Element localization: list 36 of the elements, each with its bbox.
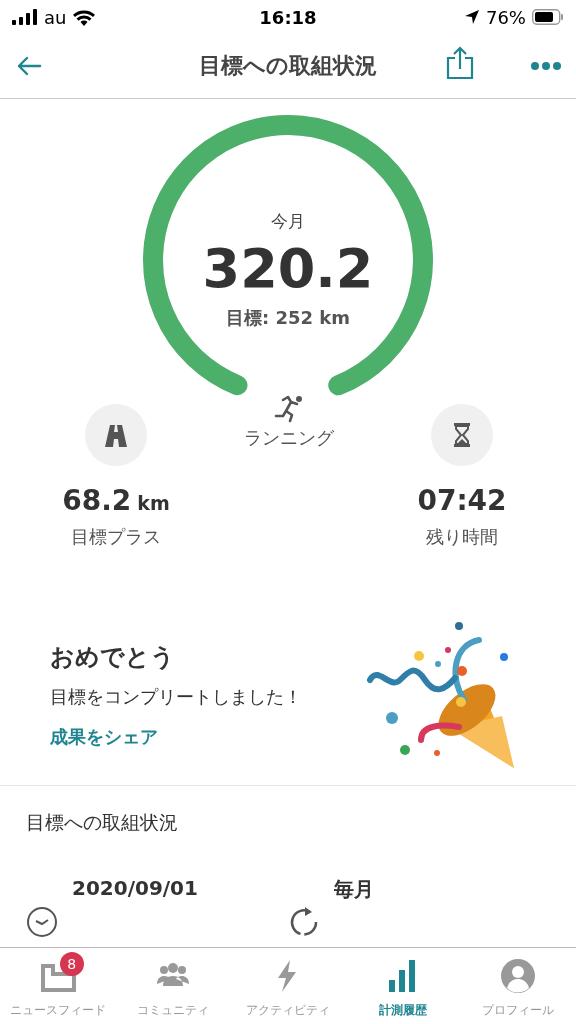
- clock-time: 16:18: [259, 6, 317, 28]
- stat-label: 残り時間: [426, 525, 498, 549]
- clock-icon: [26, 906, 58, 938]
- period-label: 今月: [271, 210, 305, 233]
- stat-value: 07:42: [417, 484, 507, 517]
- page-title: 目標への取組状況: [199, 52, 377, 80]
- stat-unit: km: [137, 492, 170, 514]
- detail-value: 2020/09/01: [72, 876, 198, 900]
- distance-value: 320.2: [202, 237, 374, 300]
- profile-icon: [500, 958, 537, 994]
- detail-value: 毎月: [334, 876, 374, 903]
- runner-icon: [273, 394, 305, 424]
- activity-label: ランニング: [244, 426, 334, 450]
- more-icon[interactable]: [530, 61, 562, 71]
- congrats-title: おめでとう: [50, 642, 175, 673]
- battery-icon: [532, 9, 564, 25]
- location-arrow-icon: [463, 9, 480, 25]
- battery-percent: 76%: [485, 6, 526, 28]
- back-arrow-icon[interactable]: [16, 56, 42, 76]
- stat-label: 目標プラス: [71, 525, 161, 549]
- tab-item[interactable]: アクティビティ: [230, 948, 346, 1024]
- tab-item[interactable]: プロフィール: [460, 948, 576, 1024]
- repeat-icon: [288, 906, 320, 938]
- wifi-icon: [72, 8, 97, 26]
- share-icon[interactable]: [446, 46, 474, 80]
- tab-item[interactable]: 計測履歴: [345, 948, 461, 1024]
- stat-value: 68.2: [62, 484, 132, 517]
- share-link[interactable]: 成果をシェア: [50, 725, 158, 749]
- congrats-message: 目標をコンプリートしました！: [50, 685, 302, 709]
- signal-icon: [12, 9, 38, 25]
- carrier-name: au: [44, 6, 67, 28]
- section-title: 目標への取組状況: [26, 810, 179, 835]
- tab-item[interactable]: 8 ニュースフィード: [0, 948, 116, 1024]
- target-label: 目標: 252 km: [226, 306, 350, 330]
- notification-badge: 8: [59, 952, 84, 976]
- tab-item[interactable]: コミュニティ: [115, 948, 231, 1024]
